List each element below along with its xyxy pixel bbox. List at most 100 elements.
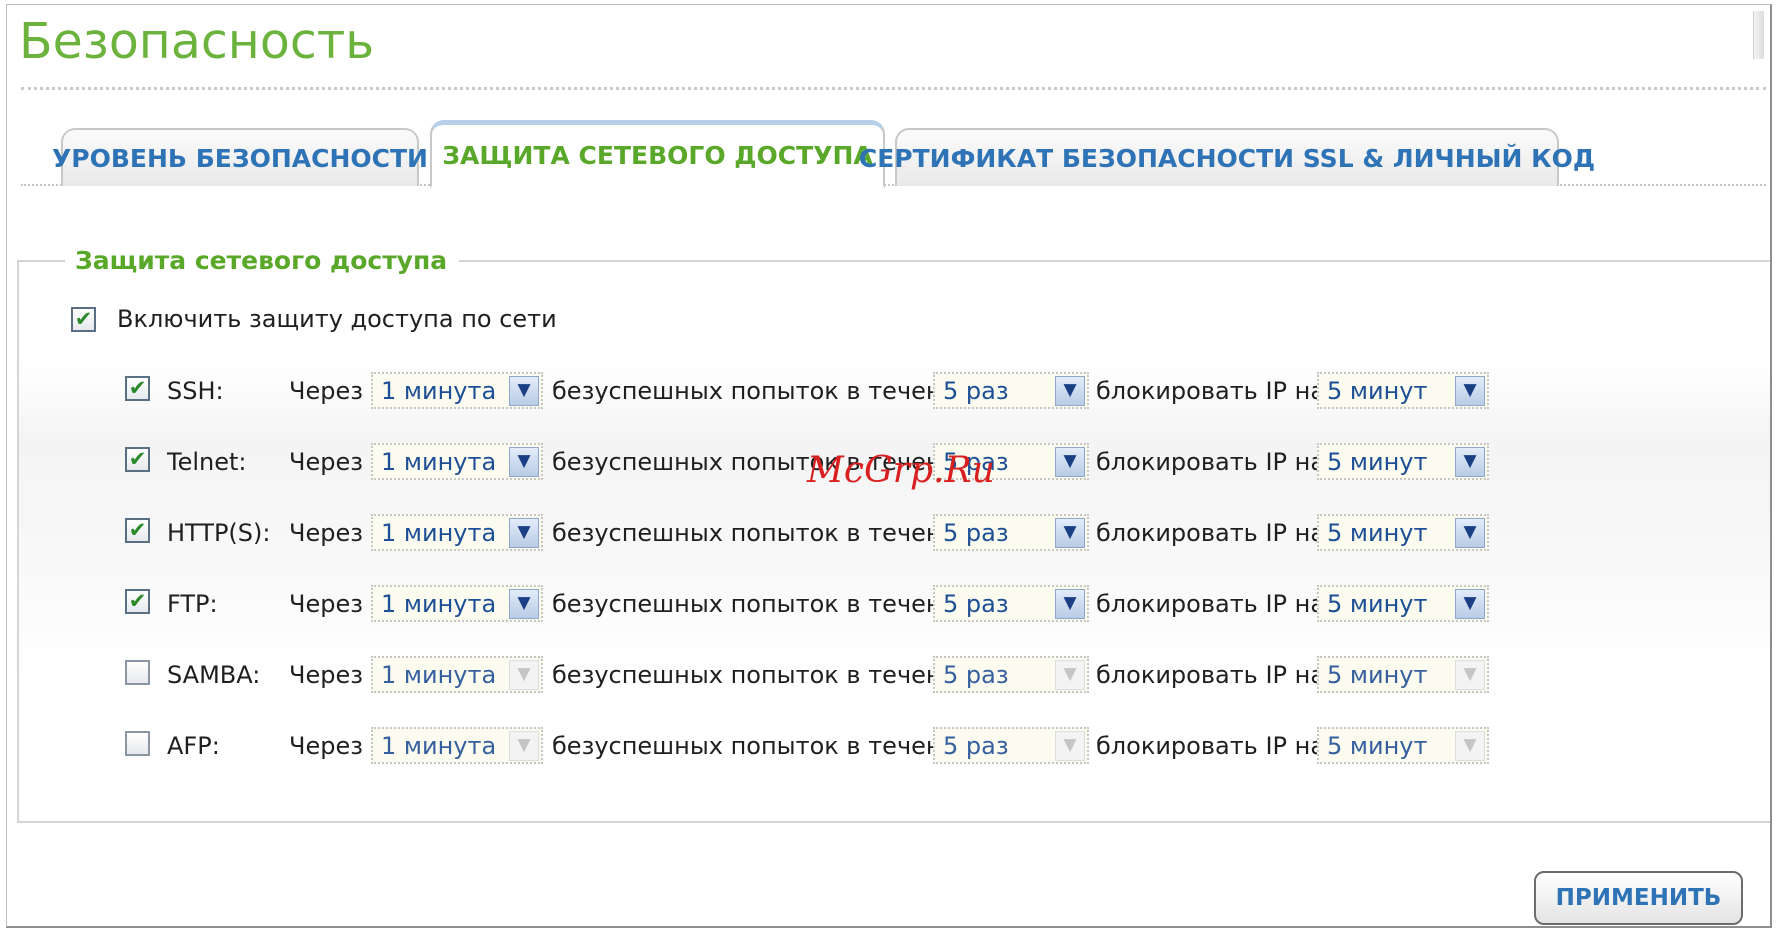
prefix-label: Через bbox=[289, 519, 363, 547]
check-icon: ✔ bbox=[128, 518, 147, 542]
watermark: McGrp.Ru bbox=[807, 450, 995, 491]
page-title: Безопасность bbox=[19, 13, 375, 70]
attempts-select[interactable]: 5 раз ▼ bbox=[933, 656, 1089, 693]
prefix-label: Через bbox=[289, 732, 363, 760]
check-icon: ✔ bbox=[128, 589, 147, 613]
prefix-label: Через bbox=[289, 590, 363, 618]
attempts-value: 5 раз bbox=[943, 589, 1009, 618]
block-duration-select[interactable]: 5 минут ▼ bbox=[1317, 443, 1489, 480]
attempts-label: безуспешных попыток в течение bbox=[552, 661, 972, 689]
block-label: блокировать IP на bbox=[1096, 732, 1326, 760]
chevron-down-icon[interactable]: ▼ bbox=[1455, 375, 1485, 406]
tab-ssl-certificate[interactable]: СЕРТИФИКАТ БЕЗОПАСНОСТИ SSL & ЛИЧНЫЙ КОД bbox=[859, 128, 1595, 186]
chevron-down-icon[interactable]: ▼ bbox=[509, 588, 539, 619]
attempts-value: 5 раз bbox=[943, 660, 1009, 689]
block-duration-select[interactable]: 5 минут ▼ bbox=[1317, 727, 1489, 764]
interval-select[interactable]: 1 минута ▼ bbox=[371, 514, 543, 551]
fieldset-legend: Защита сетевого доступа bbox=[65, 246, 460, 275]
attempts-label: безуспешных попыток в течение bbox=[552, 519, 972, 547]
interval-select[interactable]: 1 минута ▼ bbox=[371, 372, 543, 409]
prefix-label: Через bbox=[289, 448, 363, 476]
attempts-label: безуспешных попыток в течение bbox=[552, 732, 972, 760]
chevron-down-icon[interactable]: ▼ bbox=[1055, 446, 1085, 477]
prefix-label: Через bbox=[289, 377, 363, 405]
attempts-value: 5 раз bbox=[943, 376, 1009, 405]
enable-protection-checkbox[interactable]: ✔ bbox=[71, 307, 96, 332]
security-panel: Безопасность УРОВЕНЬ БЕЗОПАСНОСТИ ЗАЩИТА… bbox=[6, 4, 1772, 928]
chevron-down-icon[interactable]: ▼ bbox=[509, 659, 539, 690]
chevron-down-icon[interactable]: ▼ bbox=[509, 446, 539, 477]
service-checkbox[interactable]: ✔ bbox=[125, 518, 150, 543]
block-duration-value: 5 минут bbox=[1327, 589, 1428, 618]
block-label: блокировать IP на bbox=[1096, 448, 1326, 476]
chevron-down-icon[interactable]: ▼ bbox=[1055, 375, 1085, 406]
block-duration-select[interactable]: 5 минут ▼ bbox=[1317, 514, 1489, 551]
chevron-down-icon[interactable]: ▼ bbox=[1055, 588, 1085, 619]
check-icon: ✔ bbox=[129, 662, 147, 683]
block-label: блокировать IP на bbox=[1096, 661, 1326, 689]
attempts-select[interactable]: 5 раз ▼ bbox=[933, 585, 1089, 622]
interval-select[interactable]: 1 минута ▼ bbox=[371, 656, 543, 693]
attempts-value: 5 раз bbox=[943, 518, 1009, 547]
tab-network-access-protection[interactable]: ЗАЩИТА СЕТЕВОГО ДОСТУПА bbox=[430, 120, 885, 188]
service-name: AFP: bbox=[167, 732, 220, 760]
apply-button[interactable]: ПРИМЕНИТЬ bbox=[1534, 871, 1743, 925]
interval-select[interactable]: 1 минута ▼ bbox=[371, 443, 543, 480]
attempts-label: безуспешных попыток в течение bbox=[552, 377, 972, 405]
service-name: SSH: bbox=[167, 377, 224, 405]
interval-value: 1 минута bbox=[381, 731, 497, 760]
title-divider bbox=[21, 87, 1766, 90]
prefix-label: Через bbox=[289, 661, 363, 689]
service-checkbox[interactable]: ✔ bbox=[125, 660, 150, 685]
interval-select[interactable]: 1 минута ▼ bbox=[371, 585, 543, 622]
check-icon: ✔ bbox=[128, 447, 147, 471]
chevron-down-icon[interactable]: ▼ bbox=[1055, 730, 1085, 761]
interval-value: 1 минута bbox=[381, 518, 497, 547]
block-duration-value: 5 минут bbox=[1327, 447, 1428, 476]
chevron-down-icon[interactable]: ▼ bbox=[1055, 659, 1085, 690]
chevron-down-icon[interactable]: ▼ bbox=[1455, 659, 1485, 690]
chevron-down-icon[interactable]: ▼ bbox=[509, 517, 539, 548]
interval-value: 1 минута bbox=[381, 447, 497, 476]
chevron-down-icon[interactable]: ▼ bbox=[1455, 730, 1485, 761]
chevron-down-icon[interactable]: ▼ bbox=[509, 730, 539, 761]
scrollbar-thumb[interactable] bbox=[1753, 11, 1764, 59]
tab-security-level[interactable]: УРОВЕНЬ БЕЗОПАСНОСТИ bbox=[52, 128, 428, 186]
block-label: блокировать IP на bbox=[1096, 590, 1326, 618]
service-name: HTTP(S): bbox=[167, 519, 271, 547]
check-icon: ✔ bbox=[74, 307, 93, 331]
chevron-down-icon[interactable]: ▼ bbox=[509, 375, 539, 406]
block-duration-value: 5 минут bbox=[1327, 660, 1428, 689]
interval-select[interactable]: 1 минута ▼ bbox=[371, 727, 543, 764]
block-label: блокировать IP на bbox=[1096, 377, 1326, 405]
service-checkbox[interactable]: ✔ bbox=[125, 447, 150, 472]
attempts-select[interactable]: 5 раз ▼ bbox=[933, 727, 1089, 764]
block-duration-value: 5 минут bbox=[1327, 731, 1428, 760]
check-icon: ✔ bbox=[128, 376, 147, 400]
interval-value: 1 минута bbox=[381, 660, 497, 689]
service-checkbox[interactable]: ✔ bbox=[125, 376, 150, 401]
service-checkbox[interactable]: ✔ bbox=[125, 589, 150, 614]
service-checkbox[interactable]: ✔ bbox=[125, 731, 150, 756]
enable-protection-label: Включить защиту доступа по сети bbox=[117, 305, 557, 333]
attempts-value: 5 раз bbox=[943, 731, 1009, 760]
block-duration-value: 5 минут bbox=[1327, 518, 1428, 547]
service-name: SAMBA: bbox=[167, 661, 261, 689]
service-name: FTP: bbox=[167, 590, 218, 618]
block-duration-select[interactable]: 5 минут ▼ bbox=[1317, 372, 1489, 409]
interval-value: 1 минута bbox=[381, 589, 497, 618]
chevron-down-icon[interactable]: ▼ bbox=[1055, 517, 1085, 548]
chevron-down-icon[interactable]: ▼ bbox=[1455, 446, 1485, 477]
interval-value: 1 минута bbox=[381, 376, 497, 405]
block-duration-select[interactable]: 5 минут ▼ bbox=[1317, 585, 1489, 622]
attempts-select[interactable]: 5 раз ▼ bbox=[933, 514, 1089, 551]
block-duration-select[interactable]: 5 минут ▼ bbox=[1317, 656, 1489, 693]
tab-bar: УРОВЕНЬ БЕЗОПАСНОСТИ ЗАЩИТА СЕТЕВОГО ДОС… bbox=[21, 115, 1766, 188]
attempts-label: безуспешных попыток в течение bbox=[552, 590, 972, 618]
attempts-select[interactable]: 5 раз ▼ bbox=[933, 372, 1089, 409]
block-label: блокировать IP на bbox=[1096, 519, 1326, 547]
chevron-down-icon[interactable]: ▼ bbox=[1455, 517, 1485, 548]
service-name: Telnet: bbox=[167, 448, 247, 476]
block-duration-value: 5 минут bbox=[1327, 376, 1428, 405]
chevron-down-icon[interactable]: ▼ bbox=[1455, 588, 1485, 619]
